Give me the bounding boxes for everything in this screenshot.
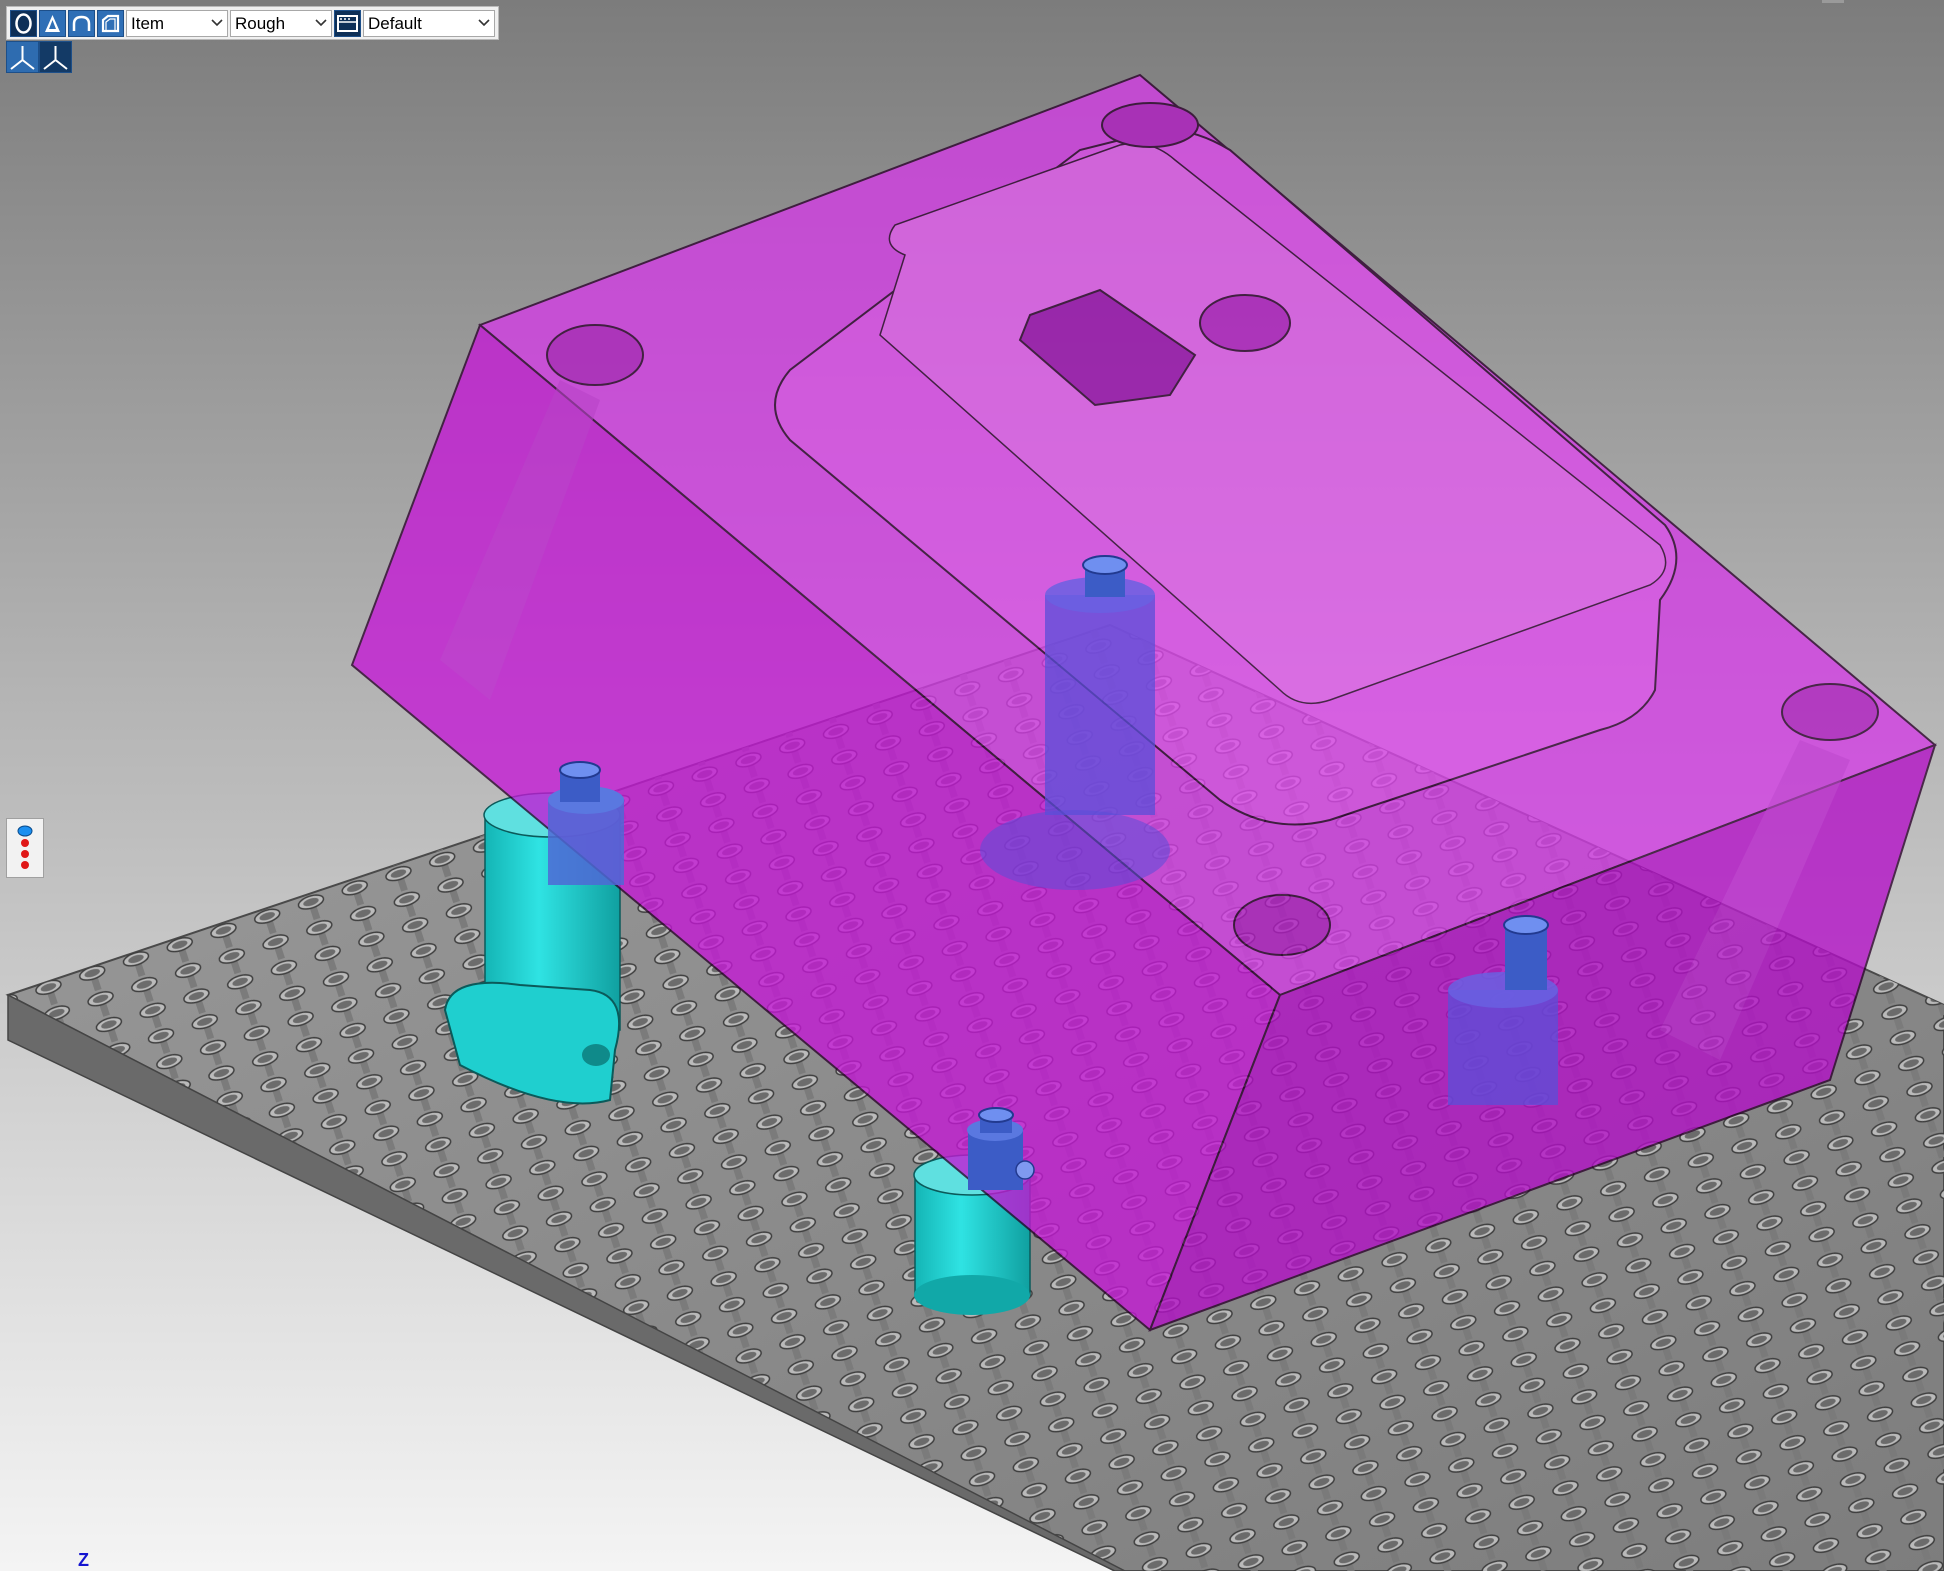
quality-value: Rough xyxy=(235,13,286,33)
axis-triad-icon[interactable] xyxy=(6,41,39,73)
wireframe-icon[interactable] xyxy=(97,9,124,37)
layers-icon[interactable] xyxy=(6,818,44,878)
axis-indicator: Z xyxy=(78,1550,89,1570)
axis-triad-alt-icon[interactable] xyxy=(39,41,72,73)
selection-filter-dropdown[interactable]: Item xyxy=(126,9,228,37)
shaded-edges-icon[interactable] xyxy=(39,9,66,37)
3d-viewport[interactable] xyxy=(0,0,1944,1571)
display-style-icon[interactable] xyxy=(334,9,361,37)
view-style-dropdown[interactable]: Default xyxy=(363,9,495,37)
orientation-toolbar xyxy=(6,41,72,73)
view-style-value: Default xyxy=(368,13,422,33)
hidden-line-icon[interactable] xyxy=(68,9,95,37)
shaded-icon[interactable] xyxy=(10,9,37,37)
display-toolbar: Item Rough Default xyxy=(6,6,499,40)
chevron-down-icon xyxy=(474,11,494,36)
window-edge-marker xyxy=(1822,0,1844,3)
quality-dropdown[interactable]: Rough xyxy=(230,9,332,37)
selection-filter-value: Item xyxy=(131,13,165,33)
chevron-down-icon xyxy=(311,11,331,36)
chevron-down-icon xyxy=(207,11,227,36)
